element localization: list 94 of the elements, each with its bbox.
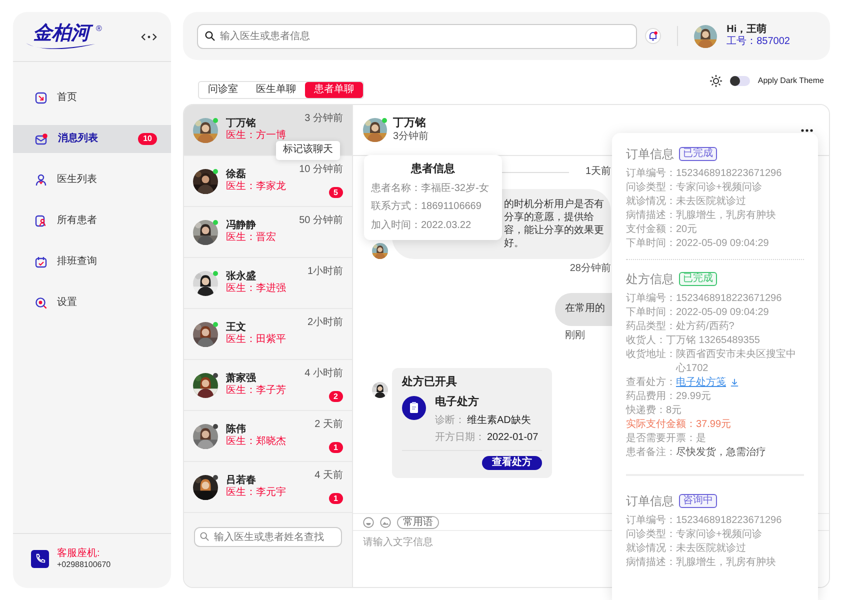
unread-badge: 1: [328, 442, 343, 453]
prescription-title: 电子处方: [435, 396, 480, 410]
info-label: 问诊类型：: [626, 181, 676, 195]
contact-name: 王文: [226, 322, 247, 334]
section-title: 订单信息: [626, 146, 674, 162]
info-text: 加入时间：2022.03.22: [371, 220, 472, 232]
contact-name: 徐磊: [226, 168, 247, 180]
doctor-name: 医生：李元宇: [226, 487, 286, 500]
contact-name: 冯静静: [226, 220, 257, 232]
doctor-name: 医生：李进强: [226, 283, 286, 296]
info-label: 收货地址：: [626, 348, 676, 362]
theme-label: Apply Dark Theme: [758, 76, 824, 86]
phone-number: +02988100670: [57, 560, 111, 570]
field-value: 2022-01-07: [487, 432, 538, 444]
card-title: 处方已开具: [402, 376, 458, 390]
info-label: 下单时间：: [626, 237, 676, 251]
last-seen: 3分钟前: [393, 130, 429, 144]
info-label: 收货人：: [626, 334, 666, 348]
message-time: 10 分钟前: [299, 164, 343, 176]
info-value: 尽快发货，急需治疗: [676, 446, 766, 460]
contact-name: 张永盛: [226, 270, 257, 282]
contact-name: 丁万铭: [393, 116, 427, 130]
info-value: 陕西省西安市未央区搜宝中心1702: [676, 348, 797, 376]
info-value: 20元: [676, 223, 698, 237]
status-tag: 已完成: [679, 147, 717, 161]
message-time: 3 分钟前: [304, 113, 343, 126]
message-time: 28分钟前: [570, 262, 611, 275]
info-label: 患者备注：: [626, 446, 676, 460]
message-time: 刚刚: [565, 330, 585, 342]
status-tag: 已完成: [679, 272, 717, 286]
info-label: 实际支付金额：: [626, 418, 696, 432]
doctor-name: 医生：方一博: [226, 130, 286, 142]
doctor-name: 医生：李子芳: [226, 385, 286, 398]
info-value: 未去医院就诊过: [676, 195, 746, 209]
info-label: 是否需要开票：: [626, 432, 696, 446]
info-value: 乳腺增生，乳房有肿块: [676, 209, 776, 223]
info-label: 订单编号：: [626, 514, 676, 528]
info-text: 联系方式：18691106669: [371, 201, 482, 214]
message-time: 2 天前: [314, 419, 343, 432]
message-time: 4 小时前: [304, 368, 343, 380]
doctor-name: 医生：田紫平: [226, 334, 286, 346]
field-label: 开方日期：: [435, 432, 485, 444]
field-value: 维生素AD缺失: [467, 414, 531, 427]
tooltip: 标记该聊天: [276, 141, 340, 160]
date-label: 1天前: [585, 166, 611, 178]
info-label: 支付金额：: [626, 223, 676, 237]
hotline-label: 客服座机:: [57, 548, 101, 560]
message-time: 4 天前: [314, 470, 343, 482]
info-value: 专家问诊+视频问诊: [676, 181, 762, 195]
info-text: 患者名称：李福臣-32岁-女: [371, 182, 490, 196]
status-tag: 咨询中: [679, 494, 717, 508]
contact-name: 吕若春: [226, 474, 257, 486]
message-time: 1小时前: [307, 266, 343, 278]
doctor-name: 医生：李家龙: [226, 181, 286, 194]
info-label: 订单编号：: [626, 167, 676, 181]
info-value: 1523468918223671296: [676, 514, 782, 528]
info-value: 2022-05-09 09:04:29: [676, 237, 769, 251]
info-label: 查看处方：: [626, 376, 676, 390]
section-title: 处方信息: [626, 272, 674, 286]
unread-badge: 5: [328, 187, 343, 198]
info-label: 病情描述：: [626, 556, 676, 570]
message-text: 容，能让分享的效果更好。: [504, 224, 605, 250]
info-value: 37.99元: [696, 418, 732, 432]
message-time: 50 分钟前: [299, 215, 343, 228]
info-label: 药品费用：: [626, 390, 676, 404]
info-value: 丁万铭 13265489355: [666, 334, 760, 348]
info-value: 1523468918223671296: [676, 292, 782, 306]
contact-name: 陈伟: [226, 424, 247, 436]
section-title: 订单信息: [626, 494, 674, 508]
info-label: 快递费：: [626, 404, 666, 418]
count-badge: 10: [138, 133, 157, 145]
info-value: 29.99元: [676, 390, 712, 404]
info-label: 就诊情况：: [626, 195, 676, 209]
contact-name: 萧家强: [226, 372, 257, 384]
info-value: 1523468918223671296: [676, 167, 782, 181]
message-text: 的时机分析用户是否有分享的意愿，提供给: [504, 198, 605, 224]
doctor-name: 医生：郑晓杰: [226, 436, 286, 448]
unread-badge: 2: [328, 391, 343, 402]
contact-name: 丁万铭: [226, 118, 257, 130]
info-value: 是: [696, 432, 706, 446]
popup-title: 患者信息: [410, 163, 456, 177]
logo: 金柏河: [25, 24, 96, 49]
info-value: 处方药/西药?: [676, 320, 734, 334]
staff-id: 工号：857002: [726, 36, 790, 48]
field-label: 诊断：: [435, 414, 465, 427]
info-value: 2022-05-09 09:04:29: [676, 306, 769, 320]
info-label: 病情描述：: [626, 209, 676, 223]
user-greeting: Hi，王萌: [726, 24, 768, 36]
unread-badge: 1: [328, 493, 343, 504]
info-value: 8元: [666, 404, 682, 418]
info-value: 乳腺增生，乳房有肿块: [676, 556, 776, 570]
doctor-name: 医生：晋宏: [226, 232, 276, 244]
message-time: 2小时前: [307, 317, 343, 330]
trademark-mark: ®: [96, 24, 102, 34]
